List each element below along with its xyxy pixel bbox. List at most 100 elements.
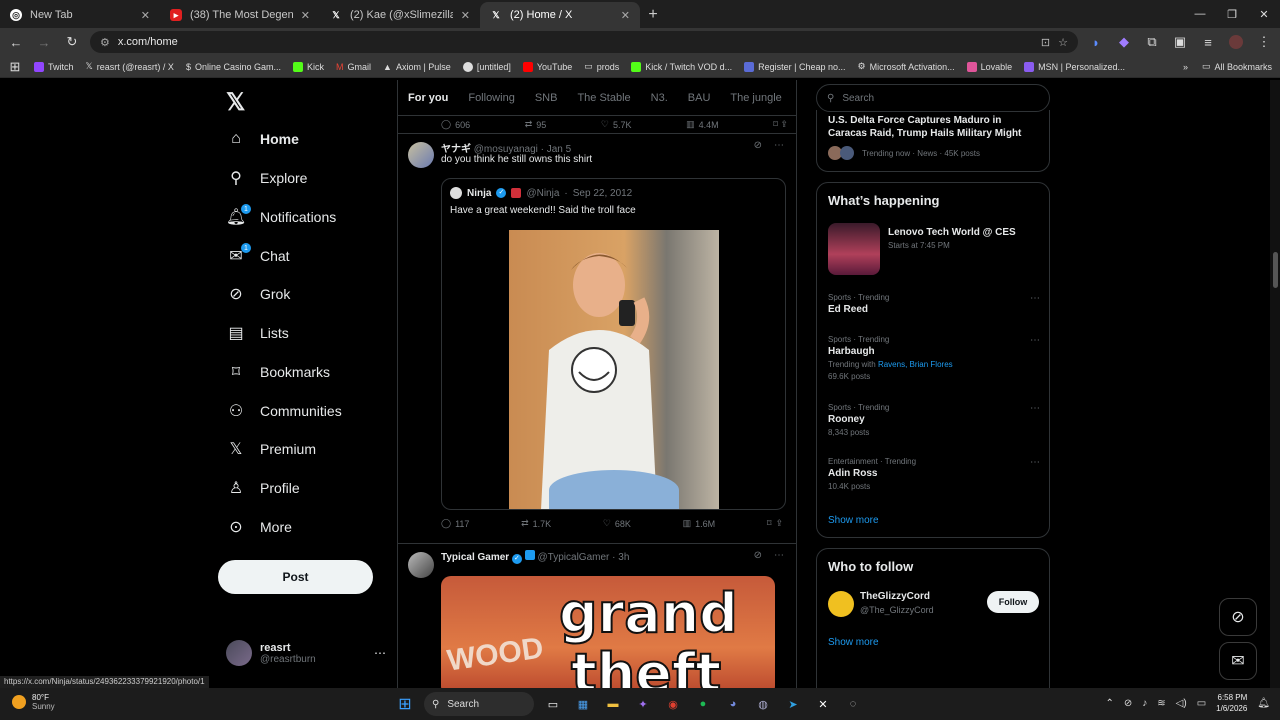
reply-button[interactable]: ◯ 606 xyxy=(441,119,470,130)
capcut-icon[interactable]: ✕ xyxy=(812,693,834,715)
back-icon[interactable]: ← xyxy=(6,32,26,52)
bookmark-item[interactable]: Kick / Twitch VOD d... xyxy=(631,61,732,72)
quoted-tweet[interactable]: Ninja ✓ @Ninja · Sep 22, 2012 Have a grea… xyxy=(441,178,786,510)
star-icon[interactable]: ☆ xyxy=(1058,36,1068,49)
close-icon[interactable]: ✕ xyxy=(301,9,310,22)
discord-icon[interactable]: ◕ xyxy=(722,693,744,715)
task-view-icon[interactable]: ▭ xyxy=(542,693,564,715)
telegram-icon[interactable]: ➤ xyxy=(782,693,804,715)
like-button[interactable]: ♡ 5.7K xyxy=(601,119,632,130)
volume-icon[interactable]: ◁) xyxy=(1176,698,1187,709)
account-switcher[interactable]: reasrt @reasrtburn ⋯ xyxy=(226,640,386,666)
search-input[interactable]: ⚲ Search xyxy=(816,84,1050,112)
messages-floating-button[interactable]: ✉ xyxy=(1219,642,1257,680)
author-handle[interactable]: @TypicalGamer xyxy=(538,552,610,563)
views-button[interactable]: ▥ 4.4M xyxy=(686,119,719,130)
show-more-link[interactable]: Show more xyxy=(828,515,879,526)
repost-button[interactable]: ⇄ 1.7K xyxy=(521,518,551,529)
tweet[interactable]: Typical Gamer ✓ @TypicalGamer · 3h ⊘ ⋯ WO… xyxy=(398,544,796,688)
nav-explore[interactable]: ⚲ Explore xyxy=(226,163,307,193)
nav-more[interactable]: ⊙ More xyxy=(226,512,292,542)
microphone-icon[interactable]: ♪ xyxy=(1142,698,1147,709)
weather-widget[interactable]: 80°F Sunny xyxy=(12,693,55,711)
nav-profile[interactable]: ♙ Profile xyxy=(226,473,300,503)
bookmark-item[interactable]: Kick xyxy=(293,61,324,72)
nav-premium[interactable]: 𝕏 Premium xyxy=(226,434,316,464)
browser-tab[interactable]: ◎ New Tab ✕ xyxy=(0,2,160,28)
media-icon[interactable]: ≡ xyxy=(1198,32,1218,52)
avatar[interactable] xyxy=(828,591,854,617)
grok-icon[interactable]: ⊘ xyxy=(754,140,762,151)
trend-related-link[interactable]: Ravens, Brian Flores xyxy=(878,360,953,369)
notification-bell-icon[interactable]: 🔔︎ xyxy=(1257,698,1270,709)
apps-grid-icon[interactable]: ⊞ xyxy=(8,57,22,77)
more-dots-icon[interactable]: ⋯ xyxy=(1030,293,1040,304)
more-dots-icon[interactable]: ⋯ xyxy=(1030,457,1040,468)
app-icon[interactable]: ◌ xyxy=(842,693,864,715)
reply-button[interactable]: ◯ 117 xyxy=(441,518,469,529)
show-more-link[interactable]: Show more xyxy=(828,637,879,648)
tab-bau[interactable]: BAU xyxy=(688,92,711,104)
trend-item[interactable]: Entertainment · Trending Adin Ross 10.4K… xyxy=(828,457,1040,491)
author-name[interactable]: Typical Gamer xyxy=(441,552,509,563)
tab-the-jungle[interactable]: The jungle xyxy=(730,92,781,104)
chevron-up-icon[interactable]: ⌃ xyxy=(1106,698,1114,709)
bookmark-item[interactable]: Lovable xyxy=(966,61,1012,72)
minimize-icon[interactable]: — xyxy=(1184,0,1216,28)
reload-icon[interactable]: ↻ xyxy=(62,32,82,52)
new-tab-button[interactable]: + xyxy=(640,2,666,28)
tab-following[interactable]: Following xyxy=(468,92,514,104)
bookmark-item[interactable]: Register | Cheap no... xyxy=(744,61,846,72)
address-bar[interactable]: ⚙ x.com/home ⊡ ☆ xyxy=(90,31,1078,53)
bookmark-item[interactable]: $ Online Casino Gam... xyxy=(186,62,281,72)
nav-notifications[interactable]: 🔔︎ 1 Notifications xyxy=(226,202,336,232)
copilot-icon[interactable]: ✦ xyxy=(632,693,654,715)
scrollbar[interactable] xyxy=(1270,80,1280,688)
profile-avatar-icon[interactable] xyxy=(1226,32,1246,52)
bookmark-item[interactable]: M Gmail xyxy=(336,62,371,72)
maximize-icon[interactable]: ❐ xyxy=(1216,0,1248,28)
repost-button[interactable]: ⇄ 95 xyxy=(525,119,547,130)
chrome-icon[interactable]: ◉ xyxy=(662,693,684,715)
scrollbar-thumb[interactable] xyxy=(1273,252,1278,288)
taskbar-search[interactable]: ⚲ Search xyxy=(424,692,534,716)
site-info-icon[interactable]: ⚙ xyxy=(100,36,110,49)
chevron-right-icon[interactable]: » xyxy=(1183,62,1188,72)
bookmark-icon[interactable]: ⌑ xyxy=(767,518,772,529)
tweet-time[interactable]: 3h xyxy=(618,552,629,563)
file-explorer-icon[interactable]: ▬ xyxy=(602,693,624,715)
event-item[interactable]: Lenovo Tech World @ CES Starts at 7:45 P… xyxy=(828,223,1040,275)
like-button[interactable]: ♡ 68K xyxy=(603,518,631,529)
install-icon[interactable]: ⊡ xyxy=(1041,36,1050,49)
close-icon[interactable]: ✕ xyxy=(621,9,630,22)
news-card[interactable]: U.S. Delta Force Captures Maduro in Cara… xyxy=(816,110,1050,172)
bookmark-item[interactable]: ⚙ Microsoft Activation... xyxy=(858,61,955,72)
nav-grok[interactable]: ⊘ Grok xyxy=(226,279,290,309)
close-window-icon[interactable]: ✕ xyxy=(1248,0,1280,28)
tweet[interactable]: ヤナギ @mosuyanagi · Jan 5 ⊘ ⋯ do you think … xyxy=(398,134,796,544)
puzzle-icon[interactable]: ⧉ xyxy=(1142,32,1162,52)
tweet-image[interactable]: WOOD grand theft xyxy=(441,576,775,688)
bookmark-item[interactable]: ▲ Axiom | Pulse xyxy=(383,62,451,72)
browser-tab-active[interactable]: 𝕏 (2) Home / X ✕ xyxy=(480,2,640,28)
tweet-photo[interactable] xyxy=(509,230,719,509)
browser-tab[interactable]: 𝕏 (2) Kae (@xSlimezilla) / X ✕ xyxy=(320,2,480,28)
windows-start-icon[interactable]: ⊞ xyxy=(394,693,416,715)
more-dots-icon[interactable]: ⋯ xyxy=(374,646,386,660)
tab-n3[interactable]: N3. xyxy=(651,92,668,104)
forward-icon[interactable]: → xyxy=(34,32,54,52)
sidepanel-icon[interactable]: ▣ xyxy=(1170,32,1190,52)
views-button[interactable]: ▥ 1.6M xyxy=(683,518,716,529)
tab-the-stable[interactable]: The Stable xyxy=(577,92,630,104)
suggested-user-name[interactable]: TheGlizzyCord xyxy=(860,591,930,602)
grok-floating-button[interactable]: ⊘ xyxy=(1219,598,1257,636)
nav-bookmarks[interactable]: ⌑ Bookmarks xyxy=(226,357,330,387)
nav-communities[interactable]: ⚇ Communities xyxy=(226,396,342,426)
close-icon[interactable]: ✕ xyxy=(141,9,150,22)
trend-item[interactable]: Sports · Trending Harbaugh Trending with… xyxy=(828,335,1040,381)
bookmark-item[interactable]: YouTube xyxy=(522,61,572,72)
close-icon[interactable]: ✕ xyxy=(461,9,470,22)
menu-kebab-icon[interactable]: ⋮ xyxy=(1254,32,1274,52)
trend-item[interactable]: Sports · Trending Ed Reed ⋯ xyxy=(828,293,1040,315)
bookmark-item[interactable]: [untitled] xyxy=(462,61,511,72)
